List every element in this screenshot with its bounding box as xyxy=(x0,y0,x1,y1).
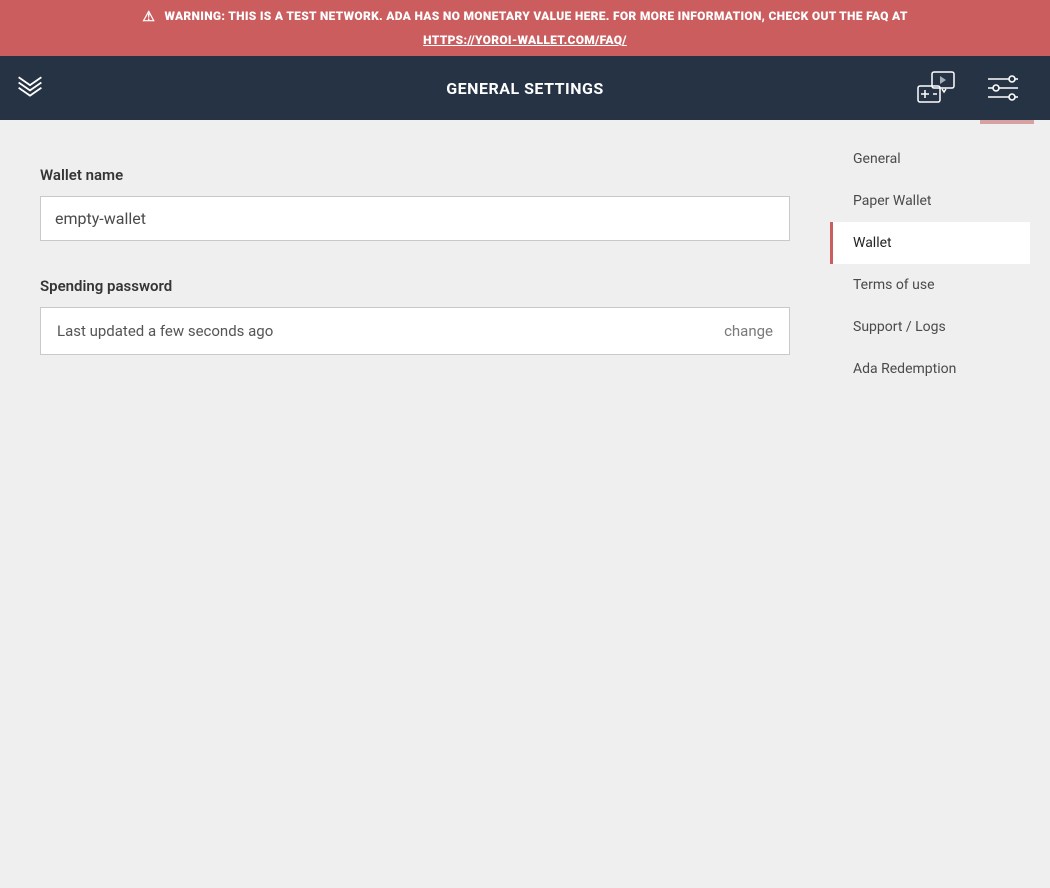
wallet-settings-spacer xyxy=(20,385,810,885)
settings-sidebar: General Paper Wallet Wallet Terms of use… xyxy=(830,138,1030,885)
settings-active-indicator xyxy=(980,120,1034,124)
password-updated-text: Last updated a few seconds ago xyxy=(57,322,273,340)
settings-nav-button[interactable] xyxy=(986,73,1020,103)
banner-faq-link[interactable]: HTTPS://YOROI-WALLET.COM/FAQ/ xyxy=(423,33,627,47)
banner-text: WARNING: THIS IS A TEST NETWORK. ADA HAS… xyxy=(164,9,907,23)
sidebar-item-terms-of-use[interactable]: Terms of use xyxy=(830,264,1030,306)
sidebar-item-general[interactable]: General xyxy=(830,138,1030,180)
transfer-cards-icon xyxy=(914,69,958,107)
wallet-name-input[interactable] xyxy=(40,196,790,241)
wallet-settings-card: Wallet name Spending password Last updat… xyxy=(20,138,810,885)
sidebar-item-paper-wallet[interactable]: Paper Wallet xyxy=(830,180,1030,222)
page-title: GENERAL SETTINGS xyxy=(446,79,604,98)
wallet-name-label: Wallet name xyxy=(40,166,790,184)
sidebar-item-support-logs[interactable]: Support / Logs xyxy=(830,306,1030,348)
settings-sliders-icon xyxy=(986,73,1020,103)
sidebar-item-ada-redemption[interactable]: Ada Redemption xyxy=(830,348,1030,390)
spending-password-label: Spending password xyxy=(40,277,790,295)
warning-icon: ⚠ xyxy=(142,6,155,30)
app-header: GENERAL SETTINGS xyxy=(0,56,1050,120)
transfer-nav-button[interactable] xyxy=(914,69,958,107)
yoroi-logo-icon xyxy=(16,72,44,104)
sidebar-bottom-strip xyxy=(830,865,1030,885)
change-password-link[interactable]: change xyxy=(724,322,773,340)
header-logo-slot[interactable] xyxy=(0,72,60,104)
spending-password-row: Last updated a few seconds ago change xyxy=(40,307,790,355)
testnet-warning-banner: ⚠ WARNING: THIS IS A TEST NETWORK. ADA H… xyxy=(0,0,1050,56)
sidebar-item-wallet[interactable]: Wallet xyxy=(830,222,1030,264)
